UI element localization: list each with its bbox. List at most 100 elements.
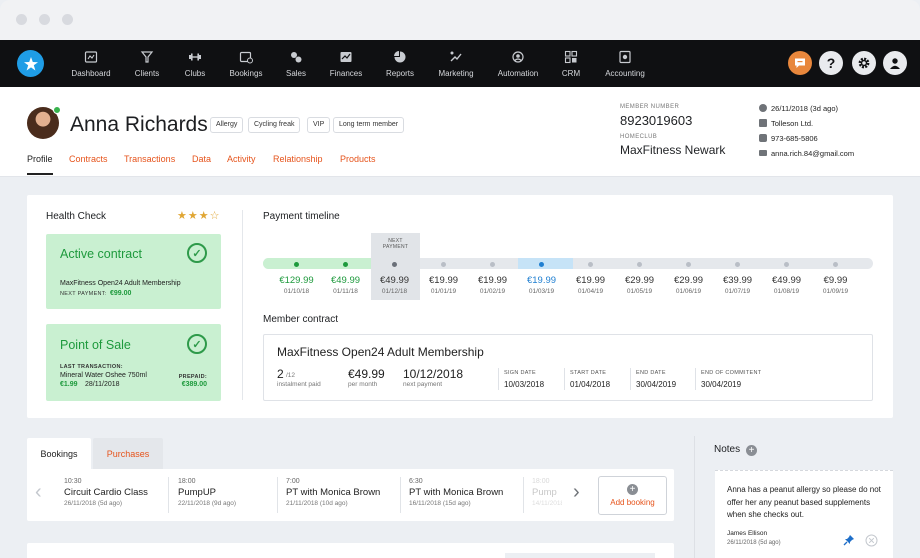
sign-date-label: SIGN DATE xyxy=(504,370,536,376)
bookings-prev-button[interactable]: ‹ xyxy=(35,481,42,504)
nav-finances[interactable]: Finances xyxy=(325,40,367,87)
end-date: 30/04/2019 xyxy=(636,380,677,389)
nav-accounting[interactable]: Accounting xyxy=(601,40,649,87)
active-contract-box[interactable]: Active contract ✓ MaxFitness Open24 Adul… xyxy=(46,234,221,309)
phone[interactable]: 973-685-5806 xyxy=(771,134,818,143)
tab-products[interactable]: Products xyxy=(340,154,376,164)
point-of-sale-box[interactable]: Point of Sale ✓ LAST TRANSACTION: Minera… xyxy=(46,324,221,401)
prepaid-label: PREPAID: xyxy=(178,374,207,380)
star-icon xyxy=(23,56,38,70)
tag-allergy[interactable]: Allergy xyxy=(210,117,244,133)
user-button[interactable] xyxy=(883,51,907,75)
note-text: Anna has a peanut allergy so please do n… xyxy=(727,485,881,519)
help-button[interactable]: ? xyxy=(819,51,843,75)
commitment-end: 30/04/2019 xyxy=(701,380,742,389)
check-circle-icon: ✓ xyxy=(187,334,207,354)
booking-name: Circuit Cardio Class xyxy=(64,487,148,498)
settings-button[interactable] xyxy=(852,51,876,75)
contract-divider xyxy=(564,368,565,390)
timeline-dot xyxy=(833,262,838,267)
timeline-dot xyxy=(343,262,348,267)
booking-item[interactable]: 6:30 PT with Monica Brown 16/11/2018 (15… xyxy=(409,478,503,507)
contract-divider xyxy=(498,368,499,390)
timeline-amount: €49.99 xyxy=(771,275,802,286)
booking-separator xyxy=(168,477,169,513)
timeline-date: 01/04/19 xyxy=(577,288,604,295)
booking-time: 6:30 xyxy=(409,478,423,485)
nav-bookings[interactable]: Bookings xyxy=(224,40,268,87)
tag-vip[interactable]: VIP xyxy=(307,117,331,133)
tab-transactions[interactable]: Transactions xyxy=(124,154,175,164)
chat-icon xyxy=(795,58,805,68)
prepaid-value: €389.00 xyxy=(181,381,207,388)
close-icon[interactable] xyxy=(865,534,878,547)
contract-price: €49.99 xyxy=(348,367,385,381)
online-status-dot xyxy=(53,106,61,114)
bookings-next-button[interactable]: › xyxy=(573,481,580,504)
star-rating: ★★★☆ xyxy=(177,210,221,222)
timeline-date: 01/03/19 xyxy=(528,288,555,295)
nav-dashboard[interactable]: Dashboard xyxy=(68,40,114,87)
member-number-label: MEMBER NUMBER xyxy=(620,104,680,110)
add-note-icon[interactable]: + xyxy=(746,445,757,456)
timeline-date: 01/01/19 xyxy=(430,288,457,295)
timeline-amount: €129.99 xyxy=(279,275,314,286)
timeline-dot xyxy=(784,262,789,267)
accounting-icon xyxy=(619,50,631,63)
booking-time: 10:30 xyxy=(64,478,82,485)
email[interactable]: anna.rich.84@gmail.com xyxy=(771,149,854,158)
timeline-amount: €49.99 xyxy=(330,275,361,286)
nav-sales[interactable]: Sales xyxy=(280,40,312,87)
nav-label: Sales xyxy=(285,68,306,78)
note-date: 26/11/2018 (5d ago) xyxy=(727,540,781,546)
tab-data[interactable]: Data xyxy=(192,154,211,164)
tab-profile[interactable]: Profile xyxy=(27,154,53,164)
tab-purchases[interactable]: Purchases xyxy=(93,438,163,469)
reports-icon xyxy=(394,50,406,62)
nav-clubs[interactable]: Clubs xyxy=(176,40,214,87)
sign-date: 10/03/2018 xyxy=(504,380,545,389)
commitment-end-label: END OF COMMITENT xyxy=(701,370,762,376)
highlighted-payment-column xyxy=(518,258,573,269)
timeline-dot xyxy=(637,262,642,267)
nav-label: CRM xyxy=(561,68,581,78)
chat-button[interactable] xyxy=(788,51,812,75)
tab-bookings[interactable]: Bookings xyxy=(27,438,91,469)
booking-item-faded[interactable]: 18:00 Pump 14/11/2018 xyxy=(532,478,562,507)
timeline-date: 01/12/18 xyxy=(381,288,408,295)
app-logo[interactable] xyxy=(17,50,44,77)
timeline-amount: €49.99 xyxy=(379,275,410,286)
tab-relationship[interactable]: Relationship xyxy=(273,154,323,164)
booking-item[interactable]: 18:00 PumpUP 22/11/2018 (9d ago) xyxy=(178,478,236,507)
tab-contracts[interactable]: Contracts xyxy=(69,154,108,164)
timeline-date: 01/10/18 xyxy=(283,288,310,295)
pin-icon[interactable] xyxy=(843,534,855,546)
add-booking-button[interactable]: + Add booking xyxy=(598,476,667,515)
nav-automation[interactable]: Automation xyxy=(494,40,542,87)
nav-reports[interactable]: Reports xyxy=(381,40,419,87)
contract-divider xyxy=(630,368,631,390)
nav-label: Bookings xyxy=(229,68,263,78)
note-card[interactable]: Anna has a peanut allergy so please do n… xyxy=(715,470,893,558)
booking-item[interactable]: 7:00 PT with Monica Brown 21/11/2018 (10… xyxy=(286,478,380,507)
timeline-date: 01/08/19 xyxy=(773,288,800,295)
nav-crm[interactable]: CRM xyxy=(556,40,586,87)
timeline-amount: €19.99 xyxy=(428,275,459,286)
booking-date: 22/11/2018 (9d ago) xyxy=(178,500,237,507)
marketing-icon xyxy=(450,51,462,61)
last-transaction-amount: €1.99 xyxy=(60,381,78,388)
clock-icon xyxy=(759,104,767,112)
instalments-paid: 2 xyxy=(277,367,284,381)
booking-item[interactable]: 10:30 Circuit Cardio Class 26/11/2018 (5… xyxy=(64,478,148,507)
next-payment-label: NEXT PAYMENT: xyxy=(60,291,107,297)
next-marker-line2: PAYMENT xyxy=(382,244,409,250)
nav-marketing[interactable]: Marketing xyxy=(433,40,479,87)
tag-long-term-member[interactable]: Long term member xyxy=(333,117,405,133)
timeline-dot xyxy=(539,262,544,267)
tab-activity[interactable]: Activity xyxy=(227,154,256,164)
nav-clients[interactable]: Clients xyxy=(127,40,167,87)
tag-cycling-freak[interactable]: Cycling freak xyxy=(248,117,301,133)
contract-price-label: per month xyxy=(348,381,378,388)
timeline-date: 01/02/19 xyxy=(479,288,506,295)
timeline-dot xyxy=(588,262,593,267)
